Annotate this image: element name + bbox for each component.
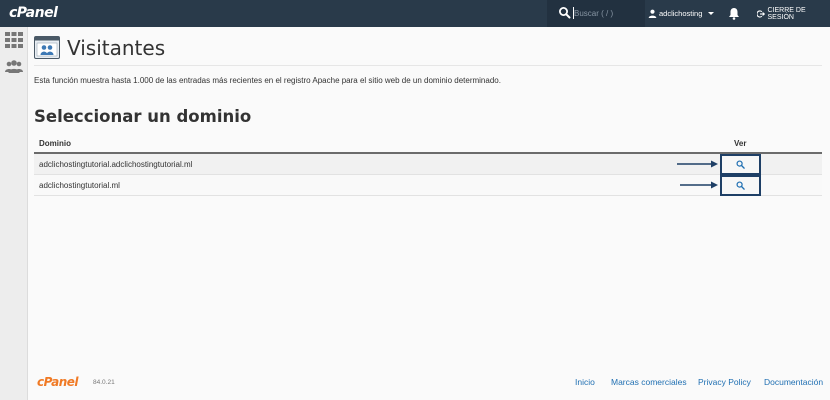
logout-label: CIERRE DE SESIÓN [767, 6, 806, 21]
footer-link-privacy[interactable]: Privacy Policy [698, 377, 751, 387]
text-cursor [573, 7, 574, 19]
footer-link-documentation[interactable]: Documentación [764, 377, 823, 387]
page-title: Visitantes [67, 36, 166, 60]
column-header-view: Ver [734, 139, 747, 148]
username-label: adclichosting [659, 9, 703, 18]
domain-cell: adclichostingtutorial.ml [39, 181, 120, 190]
view-button[interactable] [720, 175, 761, 196]
column-header-domain: Dominio [39, 139, 71, 148]
footer-cpanel-logo[interactable]: cPanel [37, 375, 79, 389]
arrow-right-icon [680, 181, 718, 189]
search-icon [736, 181, 745, 190]
divider [34, 65, 822, 66]
table-row: adclichostingtutorial.adclichostingtutor… [34, 154, 822, 175]
logout-icon [757, 9, 765, 18]
users-icon[interactable] [5, 59, 23, 75]
search-icon [559, 7, 571, 19]
chevron-down-icon [708, 12, 715, 15]
table-row: adclichostingtutorial.ml [34, 175, 822, 196]
grid-icon[interactable] [5, 32, 23, 48]
user-menu[interactable]: adclichosting [648, 0, 720, 27]
table-header: Dominio Ver [34, 135, 822, 154]
visitors-icon [34, 36, 60, 59]
domain-cell: adclichostingtutorial.adclichostingtutor… [39, 160, 193, 169]
search-box[interactable] [547, 0, 645, 27]
bell-icon[interactable] [728, 7, 740, 20]
top-bar: cPanel adclichosting CIERRE DE SESIÓN [0, 0, 830, 27]
domains-table: Dominio Ver adclichostingtutorial.adclic… [34, 135, 822, 196]
page-description: Esta función muestra hasta 1.000 de las … [34, 76, 501, 85]
sidebar [0, 27, 28, 400]
user-icon [648, 9, 657, 18]
arrow-right-icon [677, 160, 718, 168]
footer-link-trademarks[interactable]: Marcas comerciales [611, 377, 687, 387]
section-title: Seleccionar un dominio [34, 107, 252, 126]
cpanel-logo[interactable]: cPanel [9, 5, 58, 21]
view-button[interactable] [720, 154, 761, 175]
version-label: 84.0.21 [93, 379, 115, 386]
search-input[interactable] [574, 7, 640, 20]
logout-button[interactable]: CIERRE DE SESIÓN [757, 0, 830, 27]
footer-link-home[interactable]: Inicio [575, 377, 595, 387]
search-icon [736, 160, 745, 169]
